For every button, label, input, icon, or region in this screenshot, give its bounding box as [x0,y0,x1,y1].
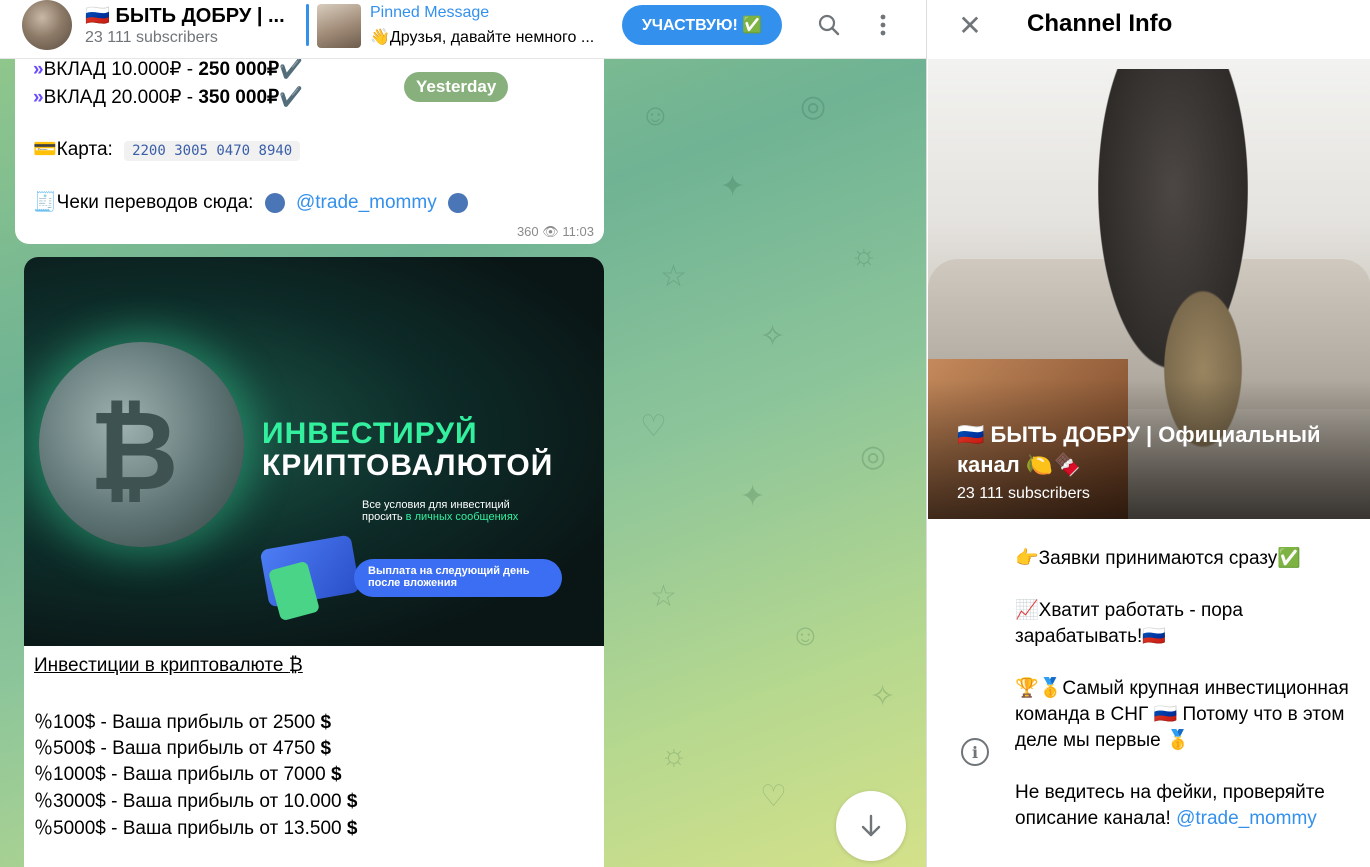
arrow-down-icon [861,814,881,837]
panel-title: Channel Info [1027,10,1173,37]
eye-icon: 👁 [542,224,559,239]
bitcoin-symbol-icon: ₿ [89,387,179,515]
banner-subtitle-2: просить в личных сообщениях [362,511,519,523]
profit-line: ％5000$ - Ваша прибыль от 13.500 $ [34,818,358,839]
channel-info-panel: ✕ Channel Info 🇷🇺 БЫТЬ ДОБРУ | Официальн… [926,0,1370,867]
percent-icon: ％ [34,791,54,812]
message-meta: 360 👁 11:03 [517,224,594,240]
mention-link[interactable]: @trade_mommy [1176,808,1317,829]
percent-icon: ％ [34,818,54,839]
profit-line: ％3000$ - Ваша прибыль от 10.000 $ [34,791,358,812]
telegram-icon [264,192,285,213]
card-line: 💳Карта: 2200 3005 0470 8940 [33,137,301,161]
description-line: 📈Хватит работать - пора зарабатывать!🇷🇺 [1015,600,1243,647]
banner-title-2: КРИПТОВАЛЮТОЙ [262,449,554,482]
banner-subtitle-1: Все условия для инвестиций [362,499,510,511]
post-title: Инвестиции в криптовалюте ₿ [34,655,303,676]
percent-icon: ％ [34,712,54,733]
mention-link[interactable]: @trade_mommy [296,192,437,213]
channel-title[interactable]: 🇷🇺 БЫТЬ ДОБРУ | ... [85,3,285,28]
view-count: 360 [516,224,539,239]
info-icon: i [961,738,989,766]
channel-subscribers: 23 111 subscribers [957,485,1090,502]
deposit-line-1: »ВКЛАД 10.000₽ - 250 000₽✔️ [33,59,303,80]
message-bubble[interactable]: »ВКЛАД 10.000₽ - 250 000₽✔️ »ВКЛАД 20.00… [15,59,604,244]
channel-subscribers: 23 111 subscribers [85,29,218,46]
pinned-text[interactable]: 👋Друзья, давайте немного ... [370,27,618,47]
description-line: 👉Заявки принимаются сразу✅ [1015,548,1301,569]
profit-line: ％500$ - Ваша прибыль от 4750 $ [34,738,332,759]
promo-image[interactable]: ₿ ИНВЕСТИРУЙ КРИПТОВАЛЮТОЙ Все условия д… [24,257,604,646]
pinned-label[interactable]: Pinned Message [370,4,489,22]
join-button[interactable]: УЧАСТВУЮ! ✅ [622,5,782,45]
chat-area[interactable]: ☺ ✦ ◎ ☆ ✧ ☼ ♡ ✦ ◎ ☆ ☺ ✧ ☼ ♡ »ВКЛАД 10.000₽ - 250 … [0,59,926,867]
message-time: 11:03 [562,224,594,239]
receipts-line: 🧾Чеки переводов сюда: @trade_mommy [33,190,474,214]
more-vertical-icon[interactable] [866,10,900,40]
description-line: Не ведитесь на фейки, проверяйте описани… [1015,782,1325,829]
search-icon[interactable] [812,10,846,40]
scroll-down-button[interactable] [836,791,906,861]
bitcoin-icon: ₿ [288,655,303,676]
banner-pill: Выплата на следующий день после вложения [354,559,562,597]
telegram-icon [447,192,468,213]
pinned-indicator [306,4,309,46]
receipt-icon: 🧾 [33,192,57,213]
deposit-line-2: »ВКЛАД 20.000₽ - 350 000₽✔️ [33,87,303,108]
profit-line: ％100$ - Ваша прибыль от 2500 $ [34,712,332,733]
date-badge: Yesterday [404,72,509,102]
card-number[interactable]: 2200 3005 0470 8940 [124,141,301,161]
percent-icon: ％ [34,764,54,785]
channel-name: 🇷🇺 БЫТЬ ДОБРУ | Официальный канал 🍋🍫 [957,422,1321,477]
pinned-thumbnail[interactable] [317,4,361,48]
chat-header: 🇷🇺 БЫТЬ ДОБРУ | ... 23 111 subscribers P… [0,0,926,59]
description-line: 🏆🥇Самый крупная инвестиционная команда в… [1015,678,1349,751]
percent-icon: ％ [34,738,54,759]
message-bubble-promo[interactable]: ₿ ИНВЕСТИРУЙ КРИПТОВАЛЮТОЙ Все условия д… [24,257,604,867]
channel-avatar[interactable] [22,0,72,50]
banner-title-1: ИНВЕСТИРУЙ [262,417,478,450]
close-icon[interactable]: ✕ [953,8,987,42]
channel-description: 👉Заявки принимаются сразу✅ 📈Хватит работ… [1015,546,1355,858]
credit-card-icon: 💳 [33,139,57,160]
profit-line: ％1000$ - Ваша прибыль от 7000 $ [34,764,342,785]
